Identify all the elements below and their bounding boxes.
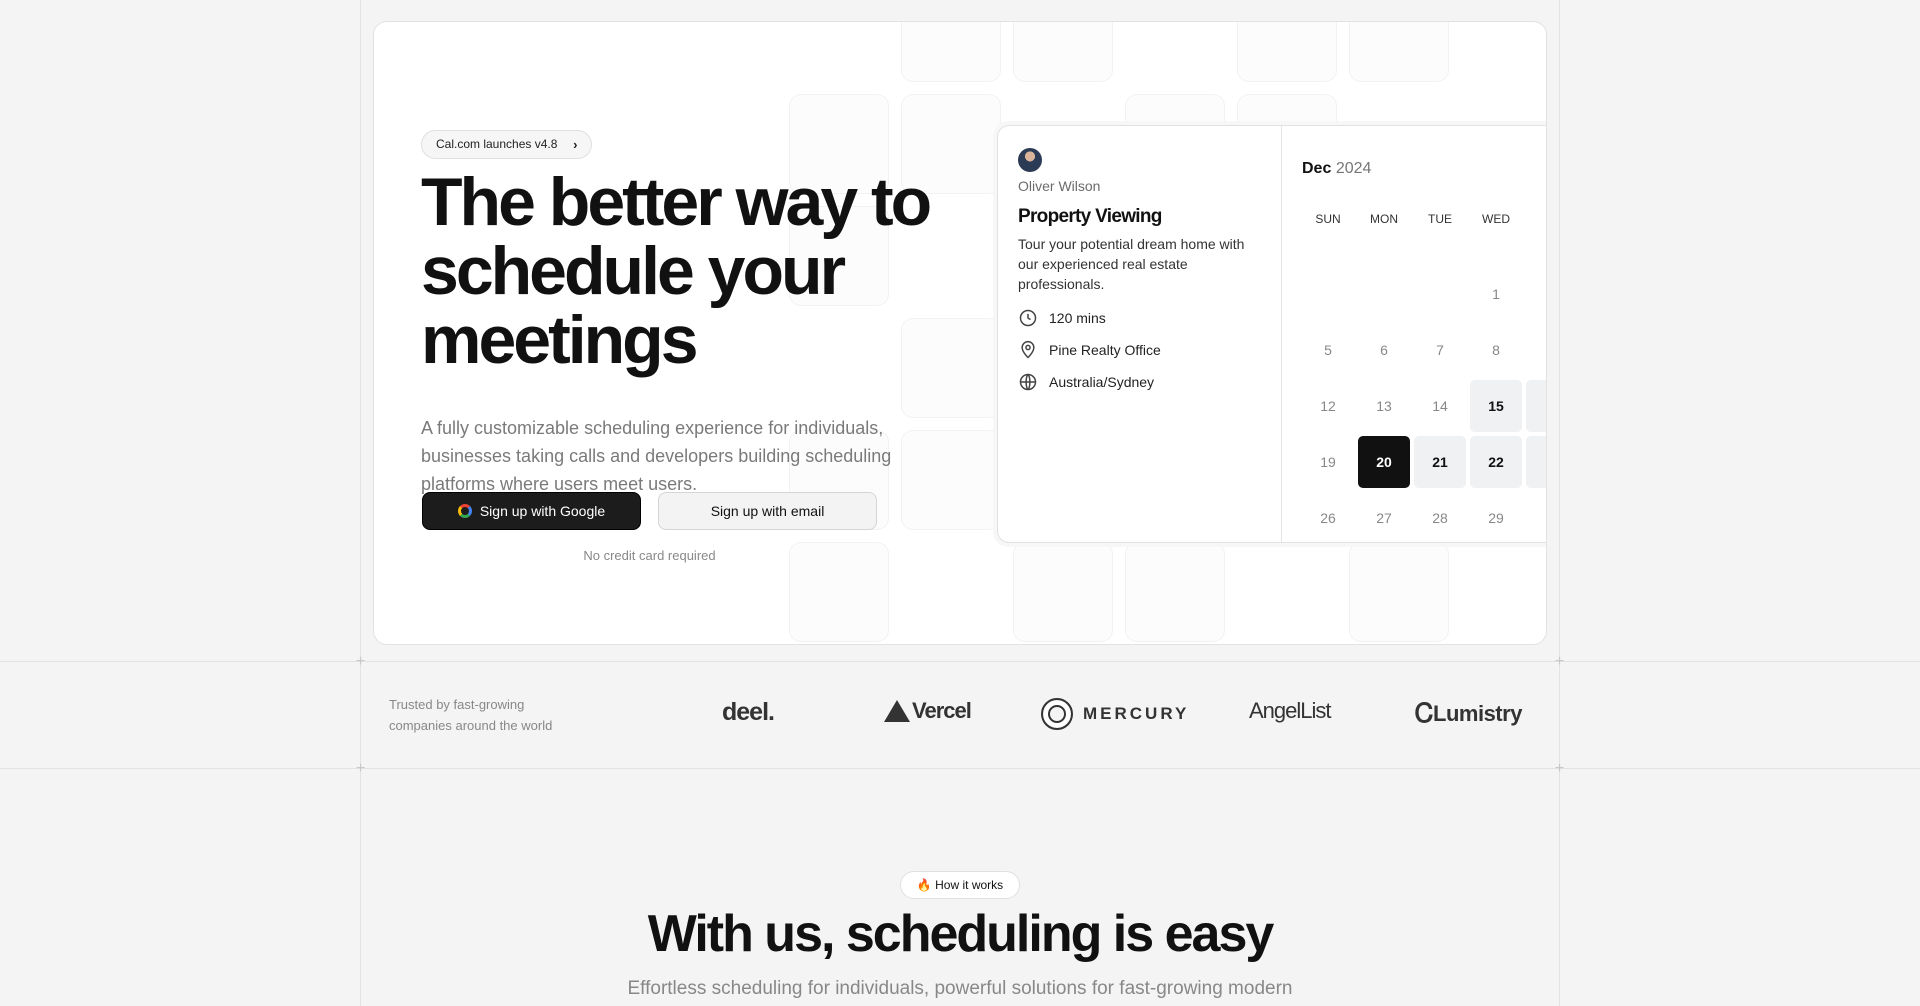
pattern-tile (1013, 22, 1113, 82)
no-credit-card-note: No credit card required (583, 548, 716, 563)
logo-text: Lumistry (1433, 701, 1522, 726)
logo-text: MERCURY (1083, 704, 1190, 723)
weekday-label: T (1526, 212, 1546, 226)
lumistry-mark-icon: Ꮯ (1415, 698, 1434, 728)
mercury-emblem-icon (1041, 698, 1073, 730)
release-badge[interactable]: Cal.com launches v4.8 › (421, 130, 593, 159)
calendar-day: 14 (1432, 398, 1448, 414)
google-icon (457, 504, 472, 518)
month-label: Dec 2024 (1302, 160, 1371, 178)
logo-text: deel. (722, 698, 775, 726)
calendar-day: 27 (1376, 510, 1392, 526)
calendar-day[interactable]: 22 (1470, 436, 1522, 488)
weekday-label: SUN (1315, 212, 1341, 226)
hero-heading: The better way to schedule your meetings (421, 164, 932, 378)
timezone-label: Australia/Sydney (1049, 374, 1155, 390)
plus-icon: + (355, 653, 366, 670)
weekday-label: WED (1482, 212, 1510, 226)
google-signup-button[interactable]: Sign up with Google (422, 492, 641, 530)
location: Pine Realty Office (1018, 340, 1261, 360)
calendar-day: 6 (1380, 342, 1388, 358)
pattern-tile (1237, 22, 1337, 82)
timezone[interactable]: Australia/Sydney (1018, 372, 1261, 392)
pattern-tile (1349, 542, 1449, 642)
section-heading: With us, scheduling is easy (647, 905, 1275, 963)
calendar-day: 13 (1376, 398, 1392, 414)
calendar-day[interactable]: 20 (1358, 436, 1410, 488)
calendar-day: 28 (1432, 510, 1448, 526)
weekday-label: TUE (1428, 212, 1452, 226)
pattern-tile (1349, 22, 1449, 82)
globe-icon (1019, 373, 1037, 391)
triangle-icon (884, 700, 910, 722)
calendar-day: 3 (1526, 492, 1546, 544)
chevron-right-icon: › (573, 137, 578, 152)
calendar-day: 29 (1488, 510, 1504, 526)
calendar-day: 5 (1324, 342, 1332, 358)
month: Dec (1302, 160, 1332, 177)
weekday-label: MON (1370, 212, 1398, 226)
year: 2024 (1335, 160, 1372, 177)
duration: 120 mins (1018, 308, 1261, 328)
pattern-tile (1125, 542, 1225, 642)
trusted-text: Trusted by fast-growing companies around… (389, 697, 553, 733)
clock-icon (1019, 309, 1037, 327)
location-label: Pine Realty Office (1049, 342, 1161, 358)
event-description: Tour your potential dream home with our … (1018, 236, 1245, 292)
calendar-day[interactable]: 15 (1470, 380, 1522, 432)
logo-text: Vercel (912, 698, 972, 723)
flame-icon: 🔥 (916, 878, 932, 892)
booking-widget: Oliver Wilson Property Viewing Tour your… (997, 125, 1546, 544)
logo-lumistry: Ꮯ Lumistry (1415, 698, 1522, 730)
how-it-works-pill: 🔥 How it works (900, 871, 1020, 899)
logo-mercury: MERCURY (1041, 698, 1189, 730)
logo-deel: deel. (722, 698, 775, 727)
hero-subtitle: A fully customizable scheduling experien… (421, 418, 892, 494)
pattern-tile (1013, 542, 1113, 642)
divider (0, 768, 1920, 769)
plus-icon: + (355, 760, 366, 777)
email-signup-button[interactable]: Sign up with email (658, 492, 877, 530)
calendar-day: 1 (1492, 286, 1500, 302)
calendar-day: 19 (1320, 454, 1336, 470)
calendar-day[interactable]: 21 (1414, 436, 1466, 488)
calendar-day: 26 (1320, 510, 1336, 526)
logo-text: AngelList (1249, 698, 1332, 723)
duration-label: 120 mins (1049, 310, 1106, 326)
calendar-day: 8 (1492, 342, 1500, 358)
calendar-day[interactable]: 2 (1526, 436, 1546, 488)
calendar-day: 12 (1320, 398, 1336, 414)
hero-card: Cal.com launches v4.8 › The better way to… (373, 21, 1547, 645)
avatar (1018, 148, 1042, 172)
plus-icon: + (1554, 760, 1565, 777)
pill-label: How it works (935, 878, 1004, 892)
calendar-day[interactable]: 1 (1526, 380, 1546, 432)
calendar: Dec 2024 SUNMONTUEWEDT156781213141511920… (1282, 126, 1546, 544)
host-name: Oliver Wilson (1018, 178, 1101, 194)
badge-label: Cal.com launches v4.8 (436, 137, 558, 151)
event-details: Oliver Wilson Property Viewing Tour your… (998, 126, 1282, 542)
button-label: Sign up with email (710, 503, 825, 519)
section-subtitle: Effortless scheduling for individuals, p… (627, 978, 1293, 999)
pattern-tile (901, 22, 1001, 82)
event-title: Property Viewing (1018, 206, 1162, 227)
divider (0, 661, 1920, 662)
guide-line (360, 0, 361, 1006)
logo-vercel: Vercel (884, 698, 972, 724)
map-pin-icon (1021, 340, 1035, 359)
logo-angellist: AngelList (1249, 698, 1332, 724)
plus-icon: + (1554, 653, 1565, 670)
calendar-day: 7 (1436, 342, 1444, 358)
button-label: Sign up with Google (479, 503, 606, 519)
guide-line (1559, 0, 1560, 1006)
